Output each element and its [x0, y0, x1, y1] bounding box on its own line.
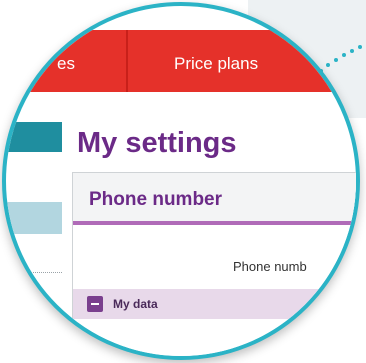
- nav-item-price-plans[interactable]: Price plans: [174, 54, 258, 74]
- nav-item-partial[interactable]: es: [57, 54, 75, 74]
- sidebar-item[interactable]: [6, 202, 62, 234]
- page-title: My settings: [77, 127, 237, 159]
- minus-square-icon[interactable]: [87, 296, 103, 312]
- sidebar-divider: [6, 272, 62, 273]
- my-data-toggle-bar[interactable]: My data: [73, 289, 356, 319]
- magnifier-lens: es Price plans My settings Phone number …: [2, 2, 360, 360]
- lens-content: es Price plans My settings Phone number …: [6, 6, 356, 356]
- phone-number-section: Phone number Phone numb My data: [72, 172, 356, 356]
- sidebar-item-active[interactable]: [6, 122, 62, 152]
- my-data-label: My data: [113, 297, 158, 311]
- phone-number-field-label: Phone numb: [233, 259, 307, 274]
- section-title: Phone number: [89, 189, 223, 210]
- screenshot-stage: es Price plans My settings Phone number …: [0, 0, 366, 363]
- nav-divider: [126, 30, 128, 92]
- section-header: Phone number: [73, 173, 356, 225]
